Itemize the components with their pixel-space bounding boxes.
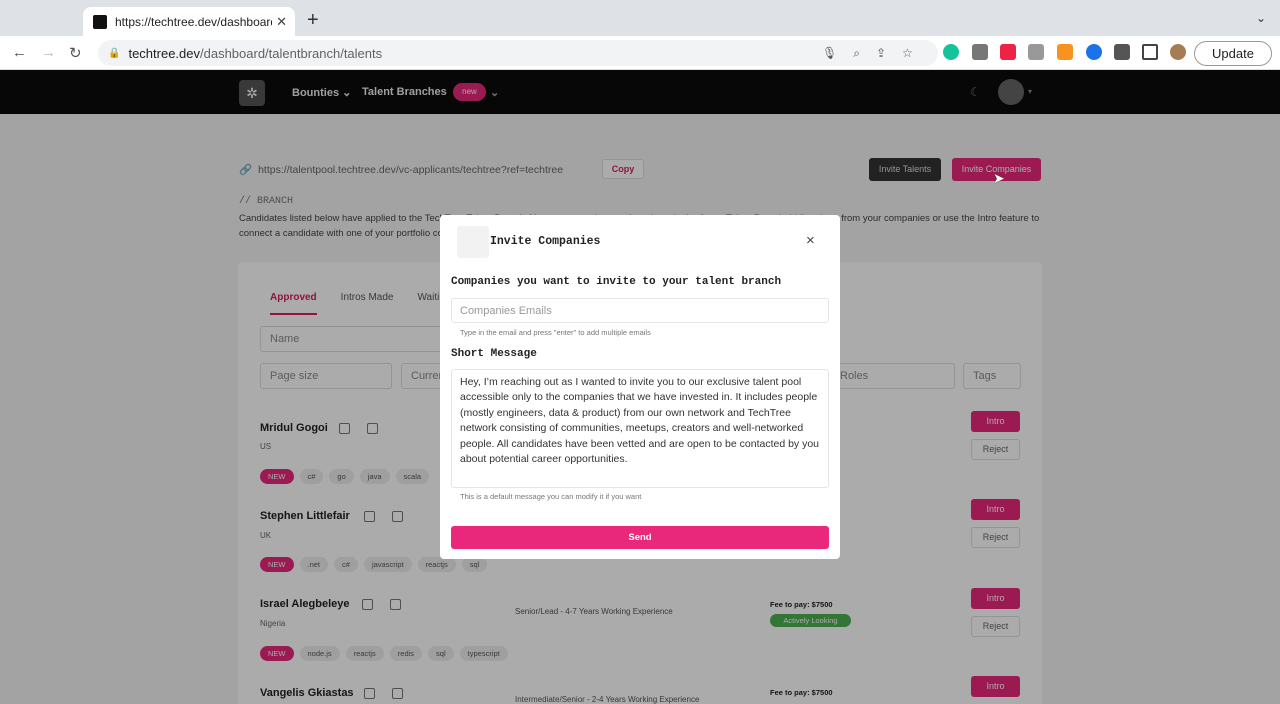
modal-backdrop[interactable] [0,70,1280,114]
close-tab-icon[interactable]: ✕ [276,14,287,30]
short-message-textarea[interactable]: Hey, I’m reaching out as I wanted to inv… [451,369,829,488]
tab-search-icon[interactable]: ⌄ [1256,11,1266,25]
bookmark-star-icon[interactable]: ☆ [902,46,913,61]
extension-icon[interactable] [1086,44,1102,60]
companies-label: Companies you want to invite to your tal… [451,276,782,288]
grammarly-extension-icon[interactable] [943,44,959,60]
emails-hint: Type in the email and press "enter" to a… [460,328,651,337]
message-hint: This is a default message you can modify… [460,492,642,501]
extension-icon[interactable] [972,44,988,60]
url-host: techtree.dev [128,45,200,61]
side-panel-icon[interactable] [1142,44,1158,60]
close-icon[interactable]: × [806,232,815,249]
share-icon[interactable]: ⇪ [876,46,886,61]
reload-icon[interactable]: ↻ [69,44,82,62]
browser-tab[interactable]: https://techtree.dev/dashboard/talentbra… [83,7,295,36]
modal-logo [457,226,489,258]
site-favicon-icon [93,14,107,29]
extension-icon[interactable] [1057,44,1073,60]
forward-icon[interactable]: → [41,44,56,61]
microphone-icon[interactable]: 🎙 [822,46,837,61]
mouse-cursor-icon: ➤ [993,170,1005,186]
back-icon[interactable]: ← [12,44,27,61]
companies-emails-input[interactable] [451,298,829,323]
address-bar[interactable]: 🔒 techtree.dev/dashboard/talentbranch/ta… [98,40,938,66]
modal-title: Invite Companies [490,235,601,248]
profile-avatar[interactable] [1170,44,1186,60]
new-tab-icon[interactable]: + [307,9,319,32]
extensions-puzzle-icon[interactable] [1114,44,1130,60]
lock-icon: 🔒 [108,47,121,59]
extension-icon[interactable] [1000,44,1016,60]
camera-extension-icon[interactable] [1028,44,1044,60]
short-message-label: Short Message [451,348,537,360]
browser-tab-title: https://techtree.dev/dashboard/talentbra… [115,14,272,29]
url-path: /dashboard/talentbranch/talents [200,45,383,61]
update-button[interactable]: Update [1194,41,1272,66]
zoom-icon[interactable]: ⌕ [853,46,860,61]
send-button[interactable]: Send [451,526,829,549]
